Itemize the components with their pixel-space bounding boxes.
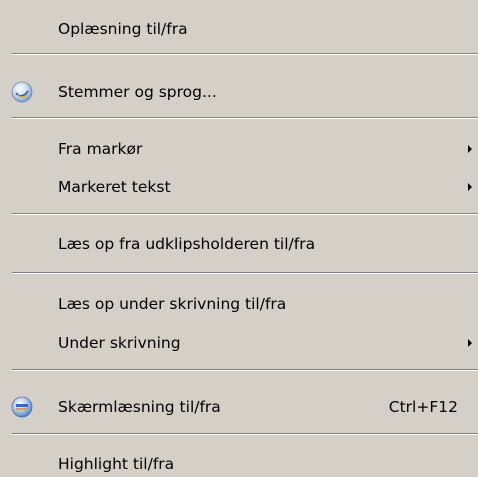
menu-item-label: Læs op under skrivning til/fra bbox=[58, 295, 287, 313]
menu-item-read-clipboard[interactable]: Læs op fra udklipsholderen til/fra bbox=[0, 227, 478, 261]
menu-item-label: Læs op fra udklipsholderen til/fra bbox=[58, 235, 316, 253]
menu-item-toggle-reading[interactable]: Oplæsning til/fra bbox=[0, 12, 478, 46]
menu-item-label: Fra markør bbox=[58, 140, 143, 158]
menu-item-label: Highlight til/fra bbox=[58, 455, 175, 473]
menu-separator bbox=[12, 117, 478, 119]
submenu-arrow-icon bbox=[468, 339, 472, 347]
submenu-arrow-icon bbox=[468, 145, 472, 153]
voices-globe-icon bbox=[10, 80, 34, 104]
menu-item-label: Stemmer og sprog... bbox=[58, 83, 217, 101]
menu-separator bbox=[12, 213, 478, 215]
submenu-arrow-icon bbox=[468, 183, 472, 191]
menu-item-label: Oplæsning til/fra bbox=[58, 20, 188, 38]
menu-item-from-cursor[interactable]: Fra markør bbox=[0, 132, 478, 166]
menu-separator bbox=[12, 272, 478, 274]
menu-item-toggle-highlight[interactable]: Highlight til/fra bbox=[0, 447, 478, 477]
menu-item-label: Markeret tekst bbox=[58, 178, 171, 196]
menu-item-shortcut: Ctrl+F12 bbox=[388, 398, 458, 416]
menu-item-screen-reading[interactable]: Skærmlæsning til/fra Ctrl+F12 bbox=[0, 390, 478, 424]
menu-separator bbox=[12, 433, 478, 435]
context-menu: Oplæsning til/fra Stemmer og sprog... Fr bbox=[0, 0, 478, 477]
menu-item-label: Under skrivning bbox=[58, 334, 181, 352]
menu-item-label: Skærmlæsning til/fra bbox=[58, 398, 221, 416]
menu-separator bbox=[12, 53, 478, 55]
menu-item-voices-and-language[interactable]: Stemmer og sprog... bbox=[0, 75, 478, 109]
menu-item-read-while-typing[interactable]: Læs op under skrivning til/fra bbox=[0, 287, 478, 321]
menu-separator bbox=[12, 369, 478, 371]
screen-reading-icon bbox=[10, 395, 34, 419]
menu-item-while-typing[interactable]: Under skrivning bbox=[0, 326, 478, 360]
menu-item-selected-text[interactable]: Markeret tekst bbox=[0, 170, 478, 204]
